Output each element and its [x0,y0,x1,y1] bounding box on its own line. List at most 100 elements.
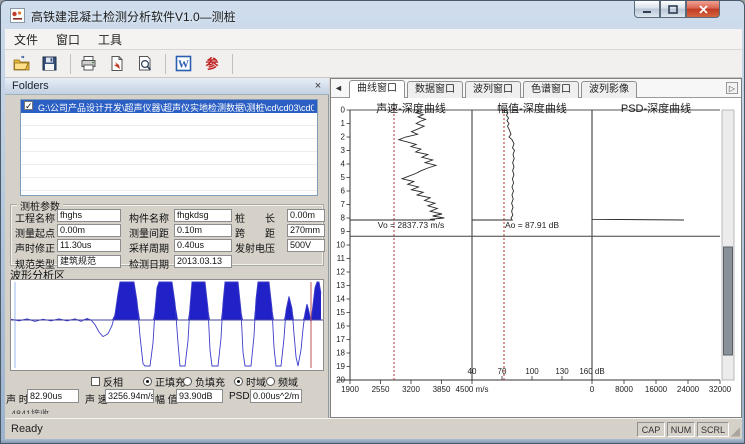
tab-2[interactable]: 波列窗口 [465,81,521,98]
open-file-button[interactable] [9,52,35,76]
waveform-display[interactable] [10,279,324,371]
item-checkbox[interactable]: ✓ [24,101,33,110]
save-floppy-icon [41,55,59,72]
svg-text:160 dB: 160 dB [579,367,604,376]
psd-field[interactable]: 0.00us^2/m [250,389,302,403]
param-icon: 参 [203,55,221,72]
svg-text:4: 4 [341,160,346,169]
tab-0[interactable]: 曲线窗口 [349,80,405,98]
depth-curves-chart[interactable]: 0123456789101112131415161718192019002550… [331,97,743,397]
param-field-6[interactable]: 270mm [287,224,325,237]
svg-text:2550: 2550 [372,385,390,394]
param-field-5[interactable]: 0.10m [174,224,232,237]
svg-text:20: 20 [336,376,345,385]
status-indicator-num: NUM [667,422,695,437]
svg-text:W: W [178,59,189,71]
control-label: 时域 [246,374,266,389]
status-indicator-cap: CAP [637,422,665,437]
svg-text:18: 18 [336,349,345,358]
radio-domain-3[interactable]: 时域 [234,374,266,389]
radio-fill-1[interactable]: 正填充 [143,374,185,389]
amplitude-field[interactable]: 93.90dB [176,389,223,403]
save-file-button[interactable] [37,52,63,76]
svg-text:12: 12 [336,268,345,277]
param-field-10[interactable]: 建筑规范 [57,255,121,268]
param-label: 桩 长 [235,210,275,225]
status-indicator-scrl: SCRL [697,422,729,437]
svg-text:0: 0 [590,385,595,394]
menu-item-window[interactable]: 窗口 [47,29,89,50]
svg-text:17: 17 [336,335,345,344]
close-icon[interactable]: × [311,79,325,93]
radio-icon [143,377,152,386]
param-field-4[interactable]: 0.00m [57,224,121,237]
psd-label: PSD [229,391,250,402]
invert-checkbox[interactable]: 反相 [91,374,123,389]
tab-scroll-left-icon[interactable]: ◄ [334,83,343,93]
title-bar[interactable]: 高铁建混凝土检测分析软件V1.0—测桩 [1,1,744,29]
svg-text:3850: 3850 [433,385,451,394]
svg-text:16: 16 [336,322,345,331]
radio-icon [266,377,275,386]
menu-item-file[interactable]: 文件 [5,29,47,50]
minimize-button[interactable] [634,1,660,18]
svg-text:2: 2 [341,133,346,142]
file-list[interactable]: ✓G:\公司产品设计开发\超声仪器\超声仪实地检测数据\测桩\cd\cd03\c… [20,99,318,196]
checkbox-icon [91,377,100,386]
svg-text:3200: 3200 [402,385,420,394]
empty-list-row [21,113,317,126]
chart-scrollbar-thumb[interactable] [724,247,733,355]
svg-text:24000: 24000 [677,385,700,394]
sound-time-field[interactable]: 82.90us [27,389,79,403]
folders-panel-header[interactable]: Folders × [5,78,329,95]
print-button[interactable] [76,52,102,76]
svg-text:70: 70 [498,367,507,376]
svg-text:4500 m/s: 4500 m/s [456,385,489,394]
svg-text:16000: 16000 [645,385,668,394]
svg-text:3: 3 [341,146,346,155]
tab-scroll-right-icon[interactable]: ▷ [726,82,738,94]
printer-icon [80,55,98,72]
close-button[interactable] [686,1,720,18]
chart-1-curve [350,110,444,220]
param-field-11[interactable]: 2013.03.13 [174,255,232,268]
empty-list-row [21,165,317,178]
param-label: 声时修正 [15,240,55,255]
param-label: 测量起点 [15,225,55,240]
sound-velocity-field[interactable]: 3256.94m/s [105,389,154,403]
empty-list-row [21,126,317,139]
tab-3[interactable]: 色谱窗口 [523,81,579,98]
control-label: 负填充 [195,374,225,389]
param-field-7[interactable]: 11.30us [57,239,121,252]
amplitude-label: 幅 值 [155,391,178,406]
svg-text:5: 5 [341,173,346,182]
chart-title-2: 幅值-深度曲线 [467,100,597,116]
param-field-9[interactable]: 500V [287,239,325,252]
resize-grip[interactable]: ◢ [731,424,740,438]
param-field-3[interactable]: 0.00m [287,209,325,222]
svg-text:40: 40 [468,367,477,376]
menu-item-tools[interactable]: 工具 [89,29,131,50]
print-preview-button[interactable] [132,52,158,76]
maximize-button[interactable] [660,1,686,18]
param-label: 检测日期 [129,256,169,271]
param-field-2[interactable]: fhgkdsg [174,209,232,222]
file-list-item[interactable]: ✓G:\公司产品设计开发\超声仪器\超声仪实地检测数据\测桩\cd\cd03\c… [21,100,317,113]
param-field-1[interactable]: fhghs [57,209,121,222]
tab-1[interactable]: 数据窗口 [407,81,463,98]
window-title: 高铁建混凝土检测分析软件V1.0—测桩 [31,8,236,25]
chart-2-curve [472,110,515,220]
radio-fill-2[interactable]: 负填充 [183,374,225,389]
radio-domain-4[interactable]: 频域 [266,374,298,389]
param-field-8[interactable]: 0.40us [174,239,232,252]
folders-panel-title: Folders [12,80,49,92]
print-setup-button[interactable] [104,52,130,76]
tab-4[interactable]: 波列影像 [581,81,637,98]
parameters-button[interactable]: 参 [199,52,225,76]
app-icon [10,8,25,23]
word-report-button[interactable]: W [171,52,197,76]
empty-list-row [21,152,317,165]
param-label: 工程名称 [15,210,55,225]
open-folder-icon [13,55,31,72]
svg-text:32000: 32000 [709,385,732,394]
